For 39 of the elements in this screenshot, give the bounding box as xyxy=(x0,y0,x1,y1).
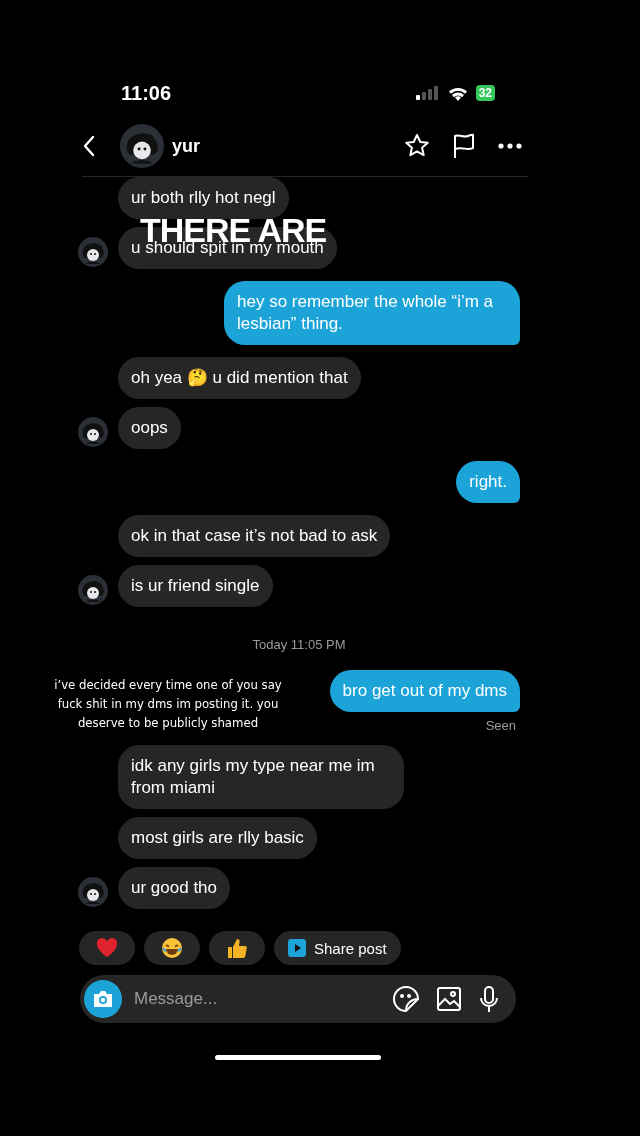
camera-icon xyxy=(92,990,114,1008)
message-bubble: most girls are rlly basic xyxy=(118,817,317,859)
microphone-icon[interactable] xyxy=(478,985,500,1013)
message-bubble: ur both rlly hot negl xyxy=(118,177,289,219)
signal-icon xyxy=(415,86,440,100)
sticker-icon[interactable] xyxy=(392,985,420,1013)
message-field[interactable]: Message... xyxy=(80,975,516,1023)
flag-icon[interactable] xyxy=(452,133,476,159)
message-input[interactable]: Message... xyxy=(132,988,376,1010)
message-bubble: idk any girls my type near me im from miami xyxy=(118,745,404,809)
share-post-button[interactable]: Share post xyxy=(274,931,401,965)
play-icon xyxy=(288,939,306,957)
status-time: 11:06 xyxy=(121,81,172,105)
overlay-caption: i’ve decided every time one of you say fuck shit in my dms im posting it. you deserve to be publicly shamed xyxy=(53,676,283,732)
timestamp: Today 11:05 PM xyxy=(252,637,346,652)
thumbs-up-reaction-button[interactable] xyxy=(209,931,265,965)
message-bubble: is ur friend single xyxy=(118,565,273,607)
more-icon[interactable] xyxy=(498,143,522,149)
avatar-icon[interactable] xyxy=(120,124,164,168)
message-bubble: ok in that case it’s not bad to ask xyxy=(118,515,391,557)
heart-icon xyxy=(96,938,118,958)
wifi-icon xyxy=(447,85,468,101)
message-bubble: right. xyxy=(456,461,520,503)
message-bubble: hey so remember the whole “i’m a lesbian” thing. xyxy=(224,281,520,345)
battery-indicator: 32 xyxy=(475,85,495,101)
back-icon[interactable] xyxy=(82,135,96,157)
camera-button[interactable] xyxy=(84,980,122,1018)
username[interactable]: yur xyxy=(172,135,200,157)
image-icon[interactable] xyxy=(436,986,462,1012)
thumbs-up-icon xyxy=(226,937,248,959)
message-bubble: oh yea 🤔 u did mention that xyxy=(118,357,361,399)
message-bubble: oops xyxy=(118,407,181,449)
seen-label: Seen xyxy=(485,718,516,733)
heart-reaction-button[interactable] xyxy=(79,931,135,965)
star-icon[interactable] xyxy=(404,133,430,159)
laughing-face-icon xyxy=(161,937,183,959)
laugh-reaction-button[interactable] xyxy=(144,931,200,965)
message-bubble: ur good tho xyxy=(118,867,230,909)
message-bubble: bro get out of my dms xyxy=(329,670,520,712)
